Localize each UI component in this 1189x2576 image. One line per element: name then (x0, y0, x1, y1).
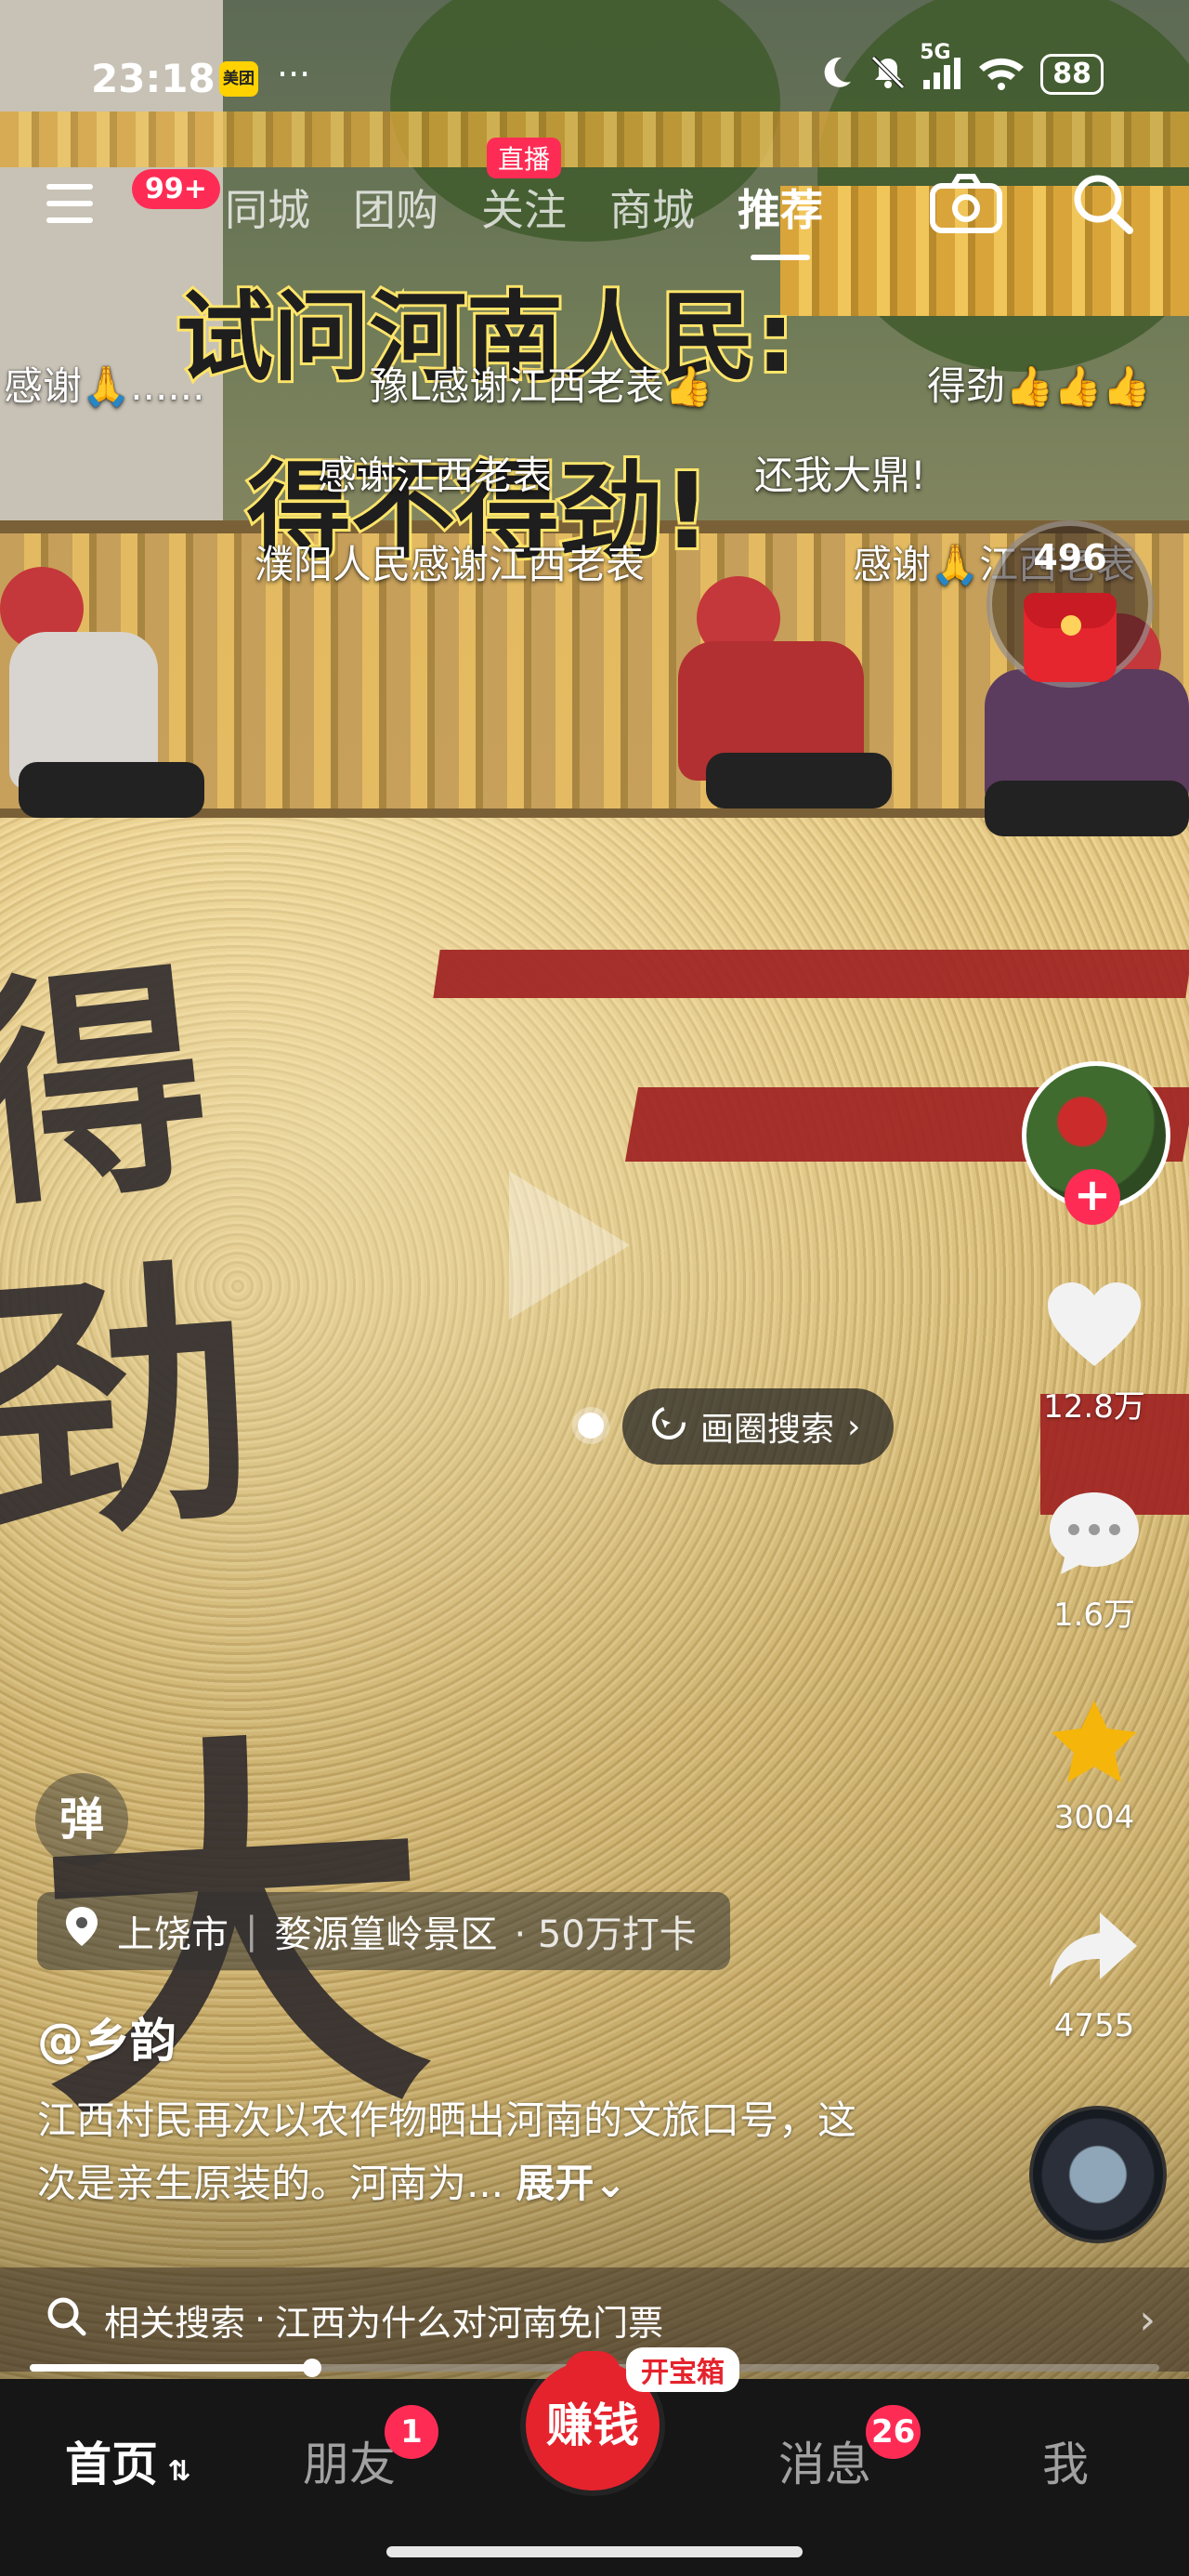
friends-badge: 1 (385, 2405, 438, 2459)
search-icon (45, 2294, 87, 2346)
more-notifications-icon: ··· (277, 54, 311, 95)
danmaku-comment: 濮阳人民感谢江西老表 (255, 542, 646, 587)
menu-icon[interactable]: 99+ (46, 169, 220, 229)
tab-home[interactable]: 首页 ⇅ (65, 2427, 191, 2494)
location-tag[interactable]: 上饶市 | 婺源篁岭景区 · 50万打卡 (37, 1892, 730, 1970)
battery-indicator: 88 (1040, 54, 1104, 95)
related-search-query: 江西为什么对河南免门票 (275, 2302, 664, 2344)
refresh-arrows-icon: ⇅ (158, 2455, 191, 2488)
tab-friends[interactable]: 朋友 (303, 2427, 396, 2494)
tab-nearby[interactable]: 同城 (225, 177, 310, 238)
tab-following-label: 关注 (481, 185, 567, 235)
wifi-icon (977, 54, 1026, 95)
messages-badge: 26 (866, 2405, 921, 2459)
favorite-count: 3004 (1053, 1799, 1135, 1836)
tab-mall[interactable]: 商城 (609, 177, 695, 238)
related-search-prefix: 相关搜索 (104, 2302, 246, 2344)
tab-recommended[interactable]: 推荐 (738, 177, 823, 260)
star-icon (1052, 1701, 1137, 1782)
follow-button[interactable]: + (1065, 1169, 1120, 1225)
circle-search-button[interactable]: 画圈搜索 › (622, 1388, 895, 1465)
status-time: 23:18 (91, 56, 216, 101)
chevron-right-icon: › (847, 1407, 861, 1446)
tab-group-buy[interactable]: 团购 (353, 177, 438, 238)
video-progress-knob[interactable] (303, 2359, 321, 2377)
like-button[interactable]: 12.8万 (1020, 1279, 1169, 1426)
danmaku-comment: 还我大鼎! (754, 453, 926, 498)
top-navigation: 99+ 同城 团购 关注 直播 商城 推荐 (0, 138, 1189, 260)
bean-calligraphy: 劲 (0, 1230, 264, 1578)
location-city: 上饶市 (117, 1913, 229, 1956)
video-progress-fill (30, 2364, 312, 2372)
location-place: 婺源篁岭景区 (274, 1913, 498, 1956)
music-disc-icon[interactable] (1029, 2106, 1167, 2243)
heart-icon (1048, 1282, 1141, 1366)
danmaku-toggle-button[interactable]: 弹 (35, 1773, 128, 1866)
tab-home-label: 首页 (65, 2438, 158, 2491)
tab-messages[interactable]: 消息 (778, 2427, 871, 2494)
author-name[interactable]: @乡韵 (37, 2004, 176, 2070)
location-checkins: · 50万打卡 (514, 1913, 697, 1956)
danmaku-comment: 感谢🙏...... (4, 363, 205, 409)
expand-button[interactable]: 展开⌄ (516, 2161, 626, 2206)
post-description: 江西村民再次以农作物晒出河南的文旅口号，这次是亲生原装的。河南为... 展开⌄ (37, 2089, 873, 2215)
circle-search-icon (650, 1404, 687, 1450)
home-indicator[interactable] (386, 2546, 803, 2557)
silent-bell-icon (869, 54, 907, 95)
location-separator: | (245, 1910, 258, 1952)
search-icon[interactable] (1066, 171, 1141, 236)
share-arrow-icon (1050, 1912, 1137, 1987)
favorite-button[interactable]: 3004 (1020, 1697, 1169, 1836)
comment-button[interactable]: 1.6万 (1020, 1487, 1169, 1635)
status-icons: 5G 88 (817, 41, 1104, 95)
red-packet-count: 496 (1033, 537, 1107, 578)
circle-search-dot[interactable] (578, 1413, 604, 1439)
chili-stroke (433, 950, 1189, 998)
post-description-text: 江西村民再次以农作物晒出河南的文旅口号，这次是亲生原装的。河南为... (37, 2097, 857, 2206)
tab-following[interactable]: 关注 直播 (481, 138, 567, 238)
danmaku-comment: 得劲👍👍👍 (927, 363, 1151, 409)
red-envelope-icon (1024, 593, 1117, 682)
open-treasure-tag: 开宝箱 (626, 2347, 739, 2392)
related-search-dot: · (255, 2299, 267, 2340)
like-count: 12.8万 (1043, 1388, 1145, 1426)
tab-me[interactable]: 我 (1042, 2427, 1089, 2494)
moon-icon (817, 54, 855, 95)
share-count: 4755 (1053, 2007, 1135, 2044)
share-button[interactable]: 4755 (1020, 1905, 1169, 2044)
chevron-right-icon: › (1139, 2295, 1156, 2344)
top-tabs: 同城 团购 关注 直播 商城 推荐 (139, 138, 823, 260)
danmaku-comment: 感谢江西老表 (318, 453, 553, 498)
status-bar: 23:18 美团 ··· 5G 88 (0, 0, 1189, 149)
comment-count: 1.6万 (1052, 1597, 1136, 1634)
comment-icon (1050, 1492, 1139, 1574)
danmaku-comment: 豫L感谢江西老表👍 (370, 363, 713, 409)
network-type: 5G (920, 41, 951, 64)
meituan-notification-icon: 美团 (219, 61, 258, 97)
expand-label: 展开 (516, 2161, 594, 2206)
play-icon[interactable] (509, 1171, 630, 1320)
location-pin-icon (63, 1905, 100, 1957)
camera-icon[interactable] (929, 171, 1003, 236)
chevron-down-icon: ⌄ (594, 2161, 627, 2206)
live-badge: 直播 (486, 138, 562, 178)
cellular-signal-icon: 5G (920, 41, 962, 95)
red-packet-timer[interactable]: 496 (986, 520, 1154, 688)
circle-search-label: 画圈搜索 (700, 1411, 835, 1449)
